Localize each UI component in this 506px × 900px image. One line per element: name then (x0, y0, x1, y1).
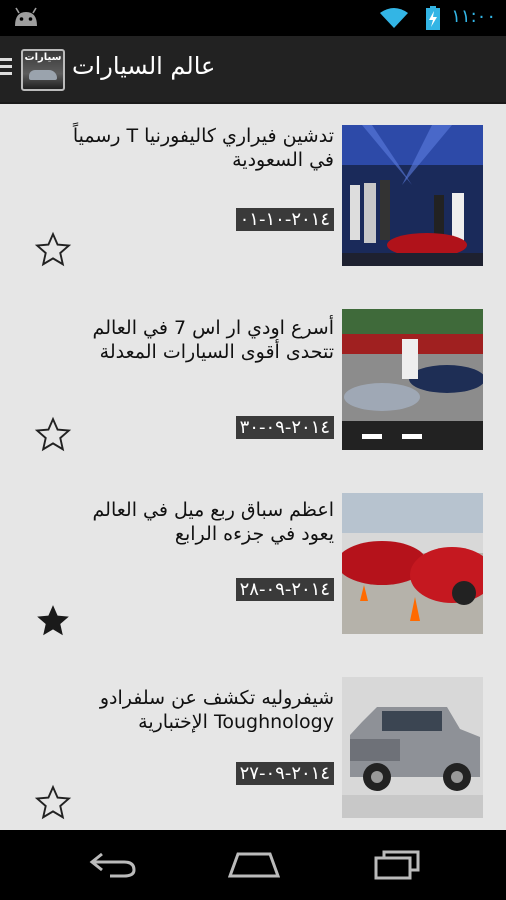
status-clock: ١١:٠٠ (451, 6, 496, 27)
favorite-star-icon[interactable] (34, 416, 72, 454)
recent-apps-icon[interactable] (372, 848, 422, 880)
status-bar: ١١:٠٠ (0, 0, 506, 36)
logo-car-graphic (29, 70, 57, 80)
app-logo[interactable]: سيارات (21, 49, 65, 91)
favorite-star-icon[interactable] (34, 784, 72, 822)
article-thumbnail (342, 677, 483, 818)
app-logo-text: سيارات (24, 52, 62, 63)
drawer-menu-icon[interactable] (0, 58, 12, 79)
android-notification-icon (15, 7, 37, 26)
home-icon[interactable] (228, 848, 280, 880)
article-item[interactable]: أسرع اودي ار اس 7 في العالم تتحدى أقوى ا… (0, 288, 506, 474)
article-headline[interactable]: اعظم سباق ربع ميل في العالم يعود في جزءه… (64, 498, 334, 546)
article-thumbnail (342, 493, 483, 634)
article-date: ٢٠١٤-١٠-٠١ (235, 208, 334, 231)
article-headline[interactable]: تدشين فيراري كاليفورنيا T رسمياً في السع… (64, 124, 334, 172)
article-thumbnail (342, 309, 483, 450)
article-thumbnail (342, 125, 483, 266)
battery-charging-icon (426, 6, 440, 30)
favorite-star-icon[interactable] (34, 231, 72, 269)
article-headline[interactable]: شيفروليه تكشف عن سلفرادو Toughnology الإ… (64, 686, 334, 734)
article-date: ٢٠١٤-٠٩-٣٠ (235, 416, 334, 439)
article-headline[interactable]: أسرع اودي ار اس 7 في العالم تتحدى أقوى ا… (64, 316, 334, 364)
article-date: ٢٠١٤-٠٩-٢٧ (235, 762, 334, 785)
favorite-star-icon[interactable] (34, 602, 72, 640)
navigation-bar (0, 830, 506, 900)
article-date: ٢٠١٤-٠٩-٢٨ (235, 578, 334, 601)
action-bar: سيارات عالم السيارات (0, 36, 506, 104)
wifi-icon (380, 8, 408, 28)
article-item[interactable]: تدشين فيراري كاليفورنيا T رسمياً في السع… (0, 104, 506, 290)
article-item[interactable]: اعظم سباق ربع ميل في العالم يعود في جزءه… (0, 472, 506, 658)
app-title: عالم السيارات (72, 52, 216, 80)
back-icon[interactable] (88, 848, 138, 880)
article-item[interactable]: شيفروليه تكشف عن سلفرادو Toughnology الإ… (0, 656, 506, 834)
